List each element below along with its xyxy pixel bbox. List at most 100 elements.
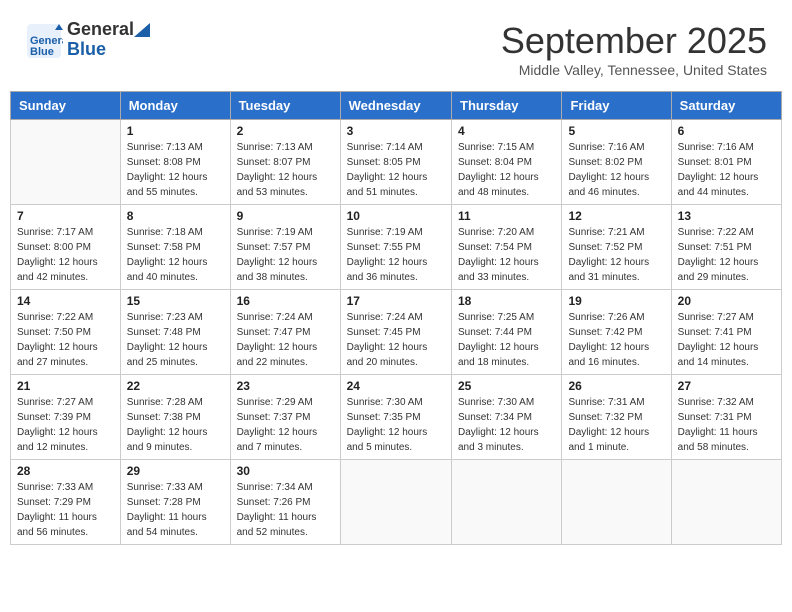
calendar-cell: 13 Sunrise: 7:22 AM Sunset: 7:51 PM Dayli… [671, 205, 781, 290]
calendar-cell: 29Sunrise: 7:33 AM Sunset: 7:28 PM Dayli… [120, 460, 230, 545]
calendar-week-row: 28 Sunrise: 7:33 AM Sunset: 7:29 PM Dayli… [11, 460, 782, 545]
day-info: Sunrise: 7:33 AM Sunset: 7:29 PM Dayligh… [17, 480, 114, 540]
logo-icon: General Blue [25, 22, 63, 60]
day-number: 15 [127, 294, 224, 308]
weekday-header: Saturday [671, 92, 781, 120]
calendar-cell: 14 Sunrise: 7:22 AM Sunset: 7:50 PM Dayli… [11, 290, 121, 375]
day-number: 23 [237, 379, 334, 393]
calendar-cell: 11 Sunrise: 7:20 AM Sunset: 7:54 PM Dayli… [452, 205, 562, 290]
weekday-header: Wednesday [340, 92, 451, 120]
calendar-week-row: 1Sunrise: 7:13 AM Sunset: 8:08 PM Daylig… [11, 120, 782, 205]
calendar-cell: 30 Sunrise: 7:34 AM Sunset: 7:26 PM Dayli… [230, 460, 340, 545]
calendar-week-row: 21 Sunrise: 7:27 AM Sunset: 7:39 PM Dayli… [11, 375, 782, 460]
day-info: Sunrise: 7:16 AM Sunset: 8:02 PM Dayligh… [568, 140, 664, 200]
calendar-cell: 19 Sunrise: 7:26 AM Sunset: 7:42 PM Dayli… [562, 290, 671, 375]
svg-text:Blue: Blue [30, 46, 54, 58]
page-header: General Blue General Blue September 2025… [10, 10, 782, 83]
calendar-cell: 2 Sunrise: 7:13 AM Sunset: 8:07 PM Daylig… [230, 120, 340, 205]
day-info: Sunrise: 7:24 AM Sunset: 7:47 PM Dayligh… [237, 310, 334, 370]
month-title: September 2025 [501, 20, 767, 62]
day-info: Sunrise: 7:24 AM Sunset: 7:45 PM Dayligh… [347, 310, 445, 370]
weekday-header: Monday [120, 92, 230, 120]
day-number: 10 [347, 209, 445, 223]
calendar-cell: 7 Sunrise: 7:17 AM Sunset: 8:00 PM Daylig… [11, 205, 121, 290]
calendar-cell: 10Sunrise: 7:19 AM Sunset: 7:55 PM Dayli… [340, 205, 451, 290]
day-info: Sunrise: 7:26 AM Sunset: 7:42 PM Dayligh… [568, 310, 664, 370]
day-number: 21 [17, 379, 114, 393]
calendar-cell: 27 Sunrise: 7:32 AM Sunset: 7:31 PM Dayli… [671, 375, 781, 460]
calendar-cell: 8 Sunrise: 7:18 AM Sunset: 7:58 PM Daylig… [120, 205, 230, 290]
day-info: Sunrise: 7:22 AM Sunset: 7:51 PM Dayligh… [678, 225, 775, 285]
weekday-header: Tuesday [230, 92, 340, 120]
calendar-cell [562, 460, 671, 545]
day-info: Sunrise: 7:17 AM Sunset: 8:00 PM Dayligh… [17, 225, 114, 285]
calendar-cell: 9 Sunrise: 7:19 AM Sunset: 7:57 PM Daylig… [230, 205, 340, 290]
day-info: Sunrise: 7:33 AM Sunset: 7:28 PM Dayligh… [127, 480, 224, 540]
weekday-header: Friday [562, 92, 671, 120]
calendar-cell: 4 Sunrise: 7:15 AM Sunset: 8:04 PM Daylig… [452, 120, 562, 205]
calendar-cell [340, 460, 451, 545]
calendar-cell: 26Sunrise: 7:31 AM Sunset: 7:32 PM Dayli… [562, 375, 671, 460]
day-number: 4 [458, 124, 555, 138]
day-info: Sunrise: 7:14 AM Sunset: 8:05 PM Dayligh… [347, 140, 445, 200]
day-number: 25 [458, 379, 555, 393]
calendar-cell: 5 Sunrise: 7:16 AM Sunset: 8:02 PM Daylig… [562, 120, 671, 205]
day-info: Sunrise: 7:34 AM Sunset: 7:26 PM Dayligh… [237, 480, 334, 540]
calendar-cell [452, 460, 562, 545]
day-number: 17 [347, 294, 445, 308]
day-info: Sunrise: 7:27 AM Sunset: 7:39 PM Dayligh… [17, 395, 114, 455]
calendar-cell: 28 Sunrise: 7:33 AM Sunset: 7:29 PM Dayli… [11, 460, 121, 545]
calendar-cell: 18 Sunrise: 7:25 AM Sunset: 7:44 PM Dayli… [452, 290, 562, 375]
day-number: 22 [127, 379, 224, 393]
day-number: 27 [678, 379, 775, 393]
logo: General Blue General Blue [25, 20, 150, 60]
day-number: 9 [237, 209, 334, 223]
day-number: 28 [17, 464, 114, 478]
day-number: 12 [568, 209, 664, 223]
calendar-cell: 3 Sunrise: 7:14 AM Sunset: 8:05 PM Daylig… [340, 120, 451, 205]
day-number: 2 [237, 124, 334, 138]
day-number: 30 [237, 464, 334, 478]
day-info: Sunrise: 7:13 AM Sunset: 8:07 PM Dayligh… [237, 140, 334, 200]
day-info: Sunrise: 7:18 AM Sunset: 7:58 PM Dayligh… [127, 225, 224, 285]
calendar-cell: 16Sunrise: 7:24 AM Sunset: 7:47 PM Dayli… [230, 290, 340, 375]
day-info: Sunrise: 7:15 AM Sunset: 8:04 PM Dayligh… [458, 140, 555, 200]
calendar-cell: 22Sunrise: 7:28 AM Sunset: 7:38 PM Dayli… [120, 375, 230, 460]
day-number: 5 [568, 124, 664, 138]
calendar-cell: 6Sunrise: 7:16 AM Sunset: 8:01 PM Daylig… [671, 120, 781, 205]
day-number: 3 [347, 124, 445, 138]
day-info: Sunrise: 7:20 AM Sunset: 7:54 PM Dayligh… [458, 225, 555, 285]
calendar-cell: 15Sunrise: 7:23 AM Sunset: 7:48 PM Dayli… [120, 290, 230, 375]
day-number: 19 [568, 294, 664, 308]
day-info: Sunrise: 7:25 AM Sunset: 7:44 PM Dayligh… [458, 310, 555, 370]
day-info: Sunrise: 7:29 AM Sunset: 7:37 PM Dayligh… [237, 395, 334, 455]
day-number: 7 [17, 209, 114, 223]
calendar-cell: 23 Sunrise: 7:29 AM Sunset: 7:37 PM Dayli… [230, 375, 340, 460]
day-info: Sunrise: 7:32 AM Sunset: 7:31 PM Dayligh… [678, 395, 775, 455]
day-number: 11 [458, 209, 555, 223]
calendar-week-row: 7 Sunrise: 7:17 AM Sunset: 8:00 PM Daylig… [11, 205, 782, 290]
calendar-cell: 24Sunrise: 7:30 AM Sunset: 7:35 PM Dayli… [340, 375, 451, 460]
logo-text: General Blue [67, 20, 150, 60]
calendar-cell: 21 Sunrise: 7:27 AM Sunset: 7:39 PM Dayli… [11, 375, 121, 460]
day-info: Sunrise: 7:19 AM Sunset: 7:57 PM Dayligh… [237, 225, 334, 285]
calendar-cell: 17 Sunrise: 7:24 AM Sunset: 7:45 PM Dayli… [340, 290, 451, 375]
day-info: Sunrise: 7:30 AM Sunset: 7:35 PM Dayligh… [347, 395, 445, 455]
calendar-header-row: SundayMondayTuesdayWednesdayThursdayFrid… [11, 92, 782, 120]
day-number: 13 [678, 209, 775, 223]
day-info: Sunrise: 7:21 AM Sunset: 7:52 PM Dayligh… [568, 225, 664, 285]
day-info: Sunrise: 7:13 AM Sunset: 8:08 PM Dayligh… [127, 140, 224, 200]
day-info: Sunrise: 7:31 AM Sunset: 7:32 PM Dayligh… [568, 395, 664, 455]
weekday-header: Thursday [452, 92, 562, 120]
calendar-table: SundayMondayTuesdayWednesdayThursdayFrid… [10, 91, 782, 545]
weekday-header: Sunday [11, 92, 121, 120]
day-info: Sunrise: 7:22 AM Sunset: 7:50 PM Dayligh… [17, 310, 114, 370]
day-number: 14 [17, 294, 114, 308]
day-number: 18 [458, 294, 555, 308]
calendar-cell [11, 120, 121, 205]
title-block: September 2025 Middle Valley, Tennessee,… [501, 20, 767, 78]
calendar-cell: 1Sunrise: 7:13 AM Sunset: 8:08 PM Daylig… [120, 120, 230, 205]
location-text: Middle Valley, Tennessee, United States [501, 62, 767, 78]
day-info: Sunrise: 7:16 AM Sunset: 8:01 PM Dayligh… [678, 140, 775, 200]
day-number: 8 [127, 209, 224, 223]
